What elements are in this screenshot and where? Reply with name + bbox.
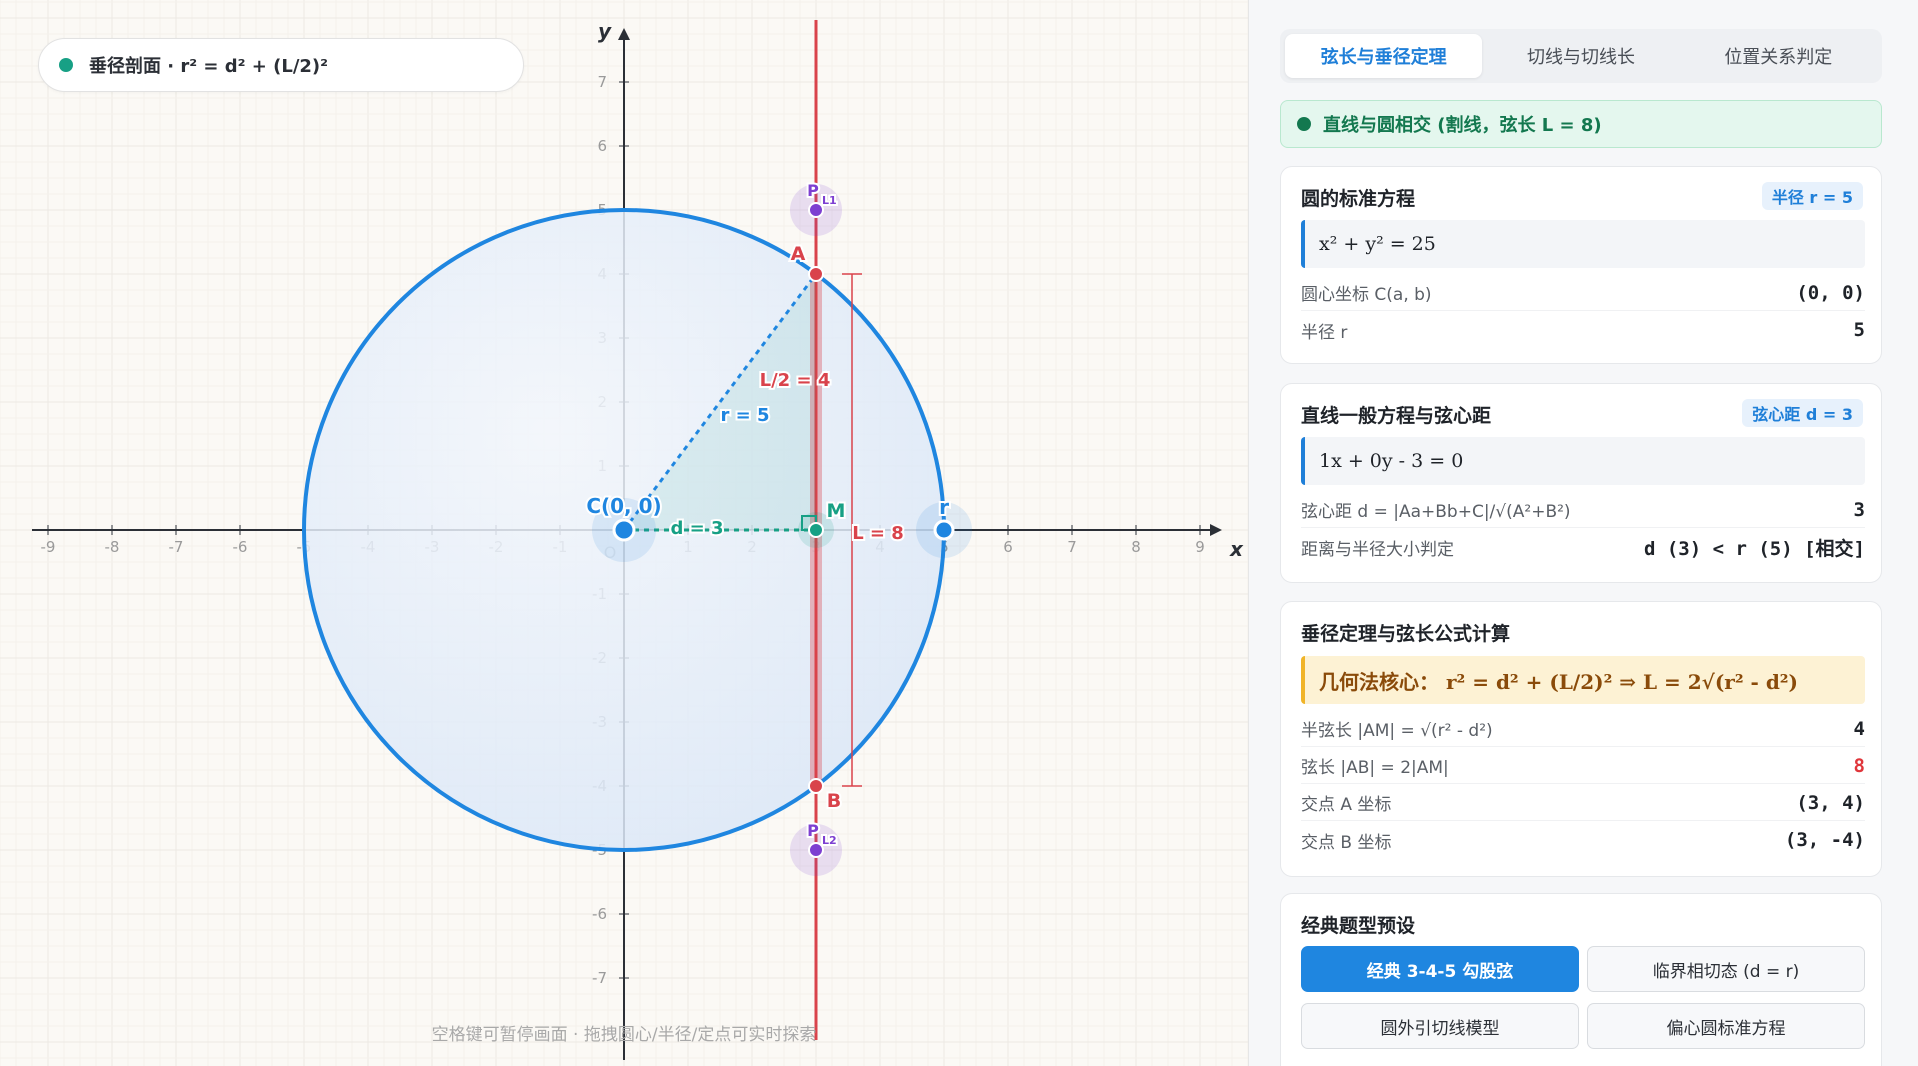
tab-bar: 弦长与垂径定理 切线与切线长 位置关系判定 xyxy=(1280,29,1882,83)
row-value: (3, -4) xyxy=(1784,829,1865,851)
card-line-equation: 直线一般方程与弦心距 弦心距 d = 3 1x + 0y - 3 = 0 弦心距… xyxy=(1280,383,1882,583)
row-half-chord: 半弦长 |AM| = √(r² - d²) 4 xyxy=(1301,711,1865,747)
point-b xyxy=(808,778,824,794)
card-circle-equation: 圆的标准方程 半径 r = 5 x² + y² = 25 圆心坐标 C(a, b… xyxy=(1280,166,1882,364)
distance-badge: 弦心距 d = 3 xyxy=(1742,399,1863,427)
status-dot-icon xyxy=(1297,117,1311,131)
preset-tangent-button[interactable]: 临界相切态 (d = r) xyxy=(1587,946,1865,992)
row-value: d (3) < r (5) [相交] xyxy=(1643,537,1865,560)
point-m-label: M xyxy=(827,500,846,522)
x-tick-label: 7 xyxy=(1067,538,1077,556)
point-p1 xyxy=(808,202,824,218)
row-value: 4 xyxy=(1853,717,1865,740)
mode-label: 垂径剖面 · r² = d² + (L/2)² xyxy=(89,56,329,77)
y-axis-label: y xyxy=(598,19,612,43)
x-tick-label: -8 xyxy=(105,538,120,556)
mode-indicator: 垂径剖面 · r² = d² + (L/2)² xyxy=(38,38,524,92)
y-tick-label: 6 xyxy=(597,137,607,155)
row-point-b: 交点 B 坐标 (3, -4) xyxy=(1301,822,1865,858)
point-p2 xyxy=(808,842,824,858)
line-formula: 1x + 0y - 3 = 0 xyxy=(1301,437,1865,485)
core-formula: 几何法核心： r² = d² + (L/2)² ⇒ L = 2√(r² - d²… xyxy=(1301,656,1865,704)
y-tick-label: 7 xyxy=(597,73,607,91)
status-banner: 直线与圆相交 (割线，弦长 L = 8) xyxy=(1280,100,1882,148)
tab-tangent-length[interactable]: 切线与切线长 xyxy=(1482,34,1679,78)
row-value: 5 xyxy=(1853,319,1865,341)
point-p1-label: P xyxy=(807,181,819,200)
tab-chord-length[interactable]: 弦长与垂径定理 xyxy=(1285,34,1483,78)
card-title: 直线一般方程与弦心距 xyxy=(1301,405,1492,427)
point-p2-label: P xyxy=(807,821,819,840)
preset-3-4-5-button[interactable]: 经典 3-4-5 勾股弦 xyxy=(1301,946,1579,992)
card-title: 圆的标准方程 xyxy=(1301,188,1416,210)
row-distance: 弦心距 d = |Aa+Bb+C|/√(A²+B²) 3 xyxy=(1301,492,1865,528)
row-label: 交点 A 坐标 xyxy=(1301,795,1392,815)
row-relation: 距离与半径大小判定 d (3) < r (5) [相交] xyxy=(1301,529,1865,565)
point-p2-subscript: L2 xyxy=(822,834,837,847)
x-tick-label: 8 xyxy=(1131,538,1141,556)
center-point xyxy=(612,518,636,542)
row-label: 交点 B 坐标 xyxy=(1301,832,1392,853)
row-label: 圆心坐标 C(a, b) xyxy=(1301,285,1432,305)
row-label: 半径 r xyxy=(1301,322,1348,343)
radius-badge: 半径 r = 5 xyxy=(1761,182,1863,210)
x-tick-label: 6 xyxy=(1003,538,1013,556)
radius-handle xyxy=(933,519,955,541)
card-title: 经典题型预设 xyxy=(1301,915,1416,937)
point-p1-subscript: L1 xyxy=(822,194,837,207)
point-a-label: A xyxy=(791,243,806,265)
radius-point-label: r xyxy=(939,495,949,519)
figure: C(0, 0) rr = 5d = 3L/2 = 4L = 8ABMPL1PL2 xyxy=(302,20,972,1040)
point-b-label: B xyxy=(827,790,841,812)
card-chord-calculation: 垂径定理与弦长公式计算 几何法核心： r² = d² + (L/2)² ⇒ L … xyxy=(1280,601,1882,877)
y-tick-label: -6 xyxy=(592,905,607,923)
point-a xyxy=(808,266,824,282)
preset-external-tangent-button[interactable]: 圆外引切线模型 xyxy=(1301,1003,1579,1049)
row-point-a: 交点 A 坐标 (3, 4) xyxy=(1301,785,1865,821)
point-m xyxy=(808,522,824,538)
row-radius: 半径 r 5 xyxy=(1301,312,1865,348)
status-text: 直线与圆相交 (割线，弦长 L = 8) xyxy=(1323,115,1602,136)
canvas-hint: 空格键可暂停画面 · 拖拽圆心/半径/定点可实时探索 xyxy=(431,1025,817,1045)
half-chord-label: L/2 = 4 xyxy=(760,370,831,391)
status-dot-icon xyxy=(59,58,73,72)
distance-label: d = 3 xyxy=(670,518,723,539)
center-label: C(0, 0) xyxy=(586,494,661,518)
row-label: 弦心距 d = |Aa+Bb+C|/√(A²+B²) xyxy=(1301,502,1571,522)
x-tick-label: -9 xyxy=(41,538,56,556)
x-axis-label: x xyxy=(1229,537,1244,561)
row-chord: 弦长 |AB| = 2|AM| 8 xyxy=(1301,748,1865,784)
circle-formula: x² + y² = 25 xyxy=(1301,220,1865,268)
row-label: 距离与半径大小判定 xyxy=(1301,539,1454,560)
chord-label: L = 8 xyxy=(852,523,904,544)
coordinate-plane[interactable]: xy -9-8-7-6-5-4-3-2-11234567897654321-1-… xyxy=(0,0,1248,1066)
control-panel: 弦长与垂径定理 切线与切线长 位置关系判定 直线与圆相交 (割线，弦长 L = … xyxy=(1248,0,1918,1066)
tab-position-relation[interactable]: 位置关系判定 xyxy=(1680,34,1877,78)
preset-offset-circle-button[interactable]: 偏心圆标准方程 xyxy=(1587,1003,1865,1049)
row-label: 半弦长 |AM| = √(r² - d²) xyxy=(1301,721,1493,741)
row-label: 弦长 |AB| = 2|AM| xyxy=(1301,758,1449,778)
row-center: 圆心坐标 C(a, b) (0, 0) xyxy=(1301,275,1865,311)
card-presets: 经典题型预设 经典 3-4-5 勾股弦 临界相切态 (d = r) 圆外引切线模… xyxy=(1280,893,1882,1066)
y-tick-label: -7 xyxy=(592,969,607,987)
x-tick-label: -7 xyxy=(169,538,184,556)
x-tick-label: -6 xyxy=(233,538,248,556)
row-value: 8 xyxy=(1853,754,1865,777)
card-title: 垂径定理与弦长公式计算 xyxy=(1301,623,1511,645)
row-value: 3 xyxy=(1853,498,1865,521)
radius-label: r = 5 xyxy=(720,405,769,426)
row-value: (0, 0) xyxy=(1796,281,1865,304)
row-value: (3, 4) xyxy=(1796,791,1865,814)
geometry-canvas[interactable]: xy -9-8-7-6-5-4-3-2-11234567897654321-1-… xyxy=(0,0,1248,1066)
x-tick-label: 9 xyxy=(1195,538,1205,556)
